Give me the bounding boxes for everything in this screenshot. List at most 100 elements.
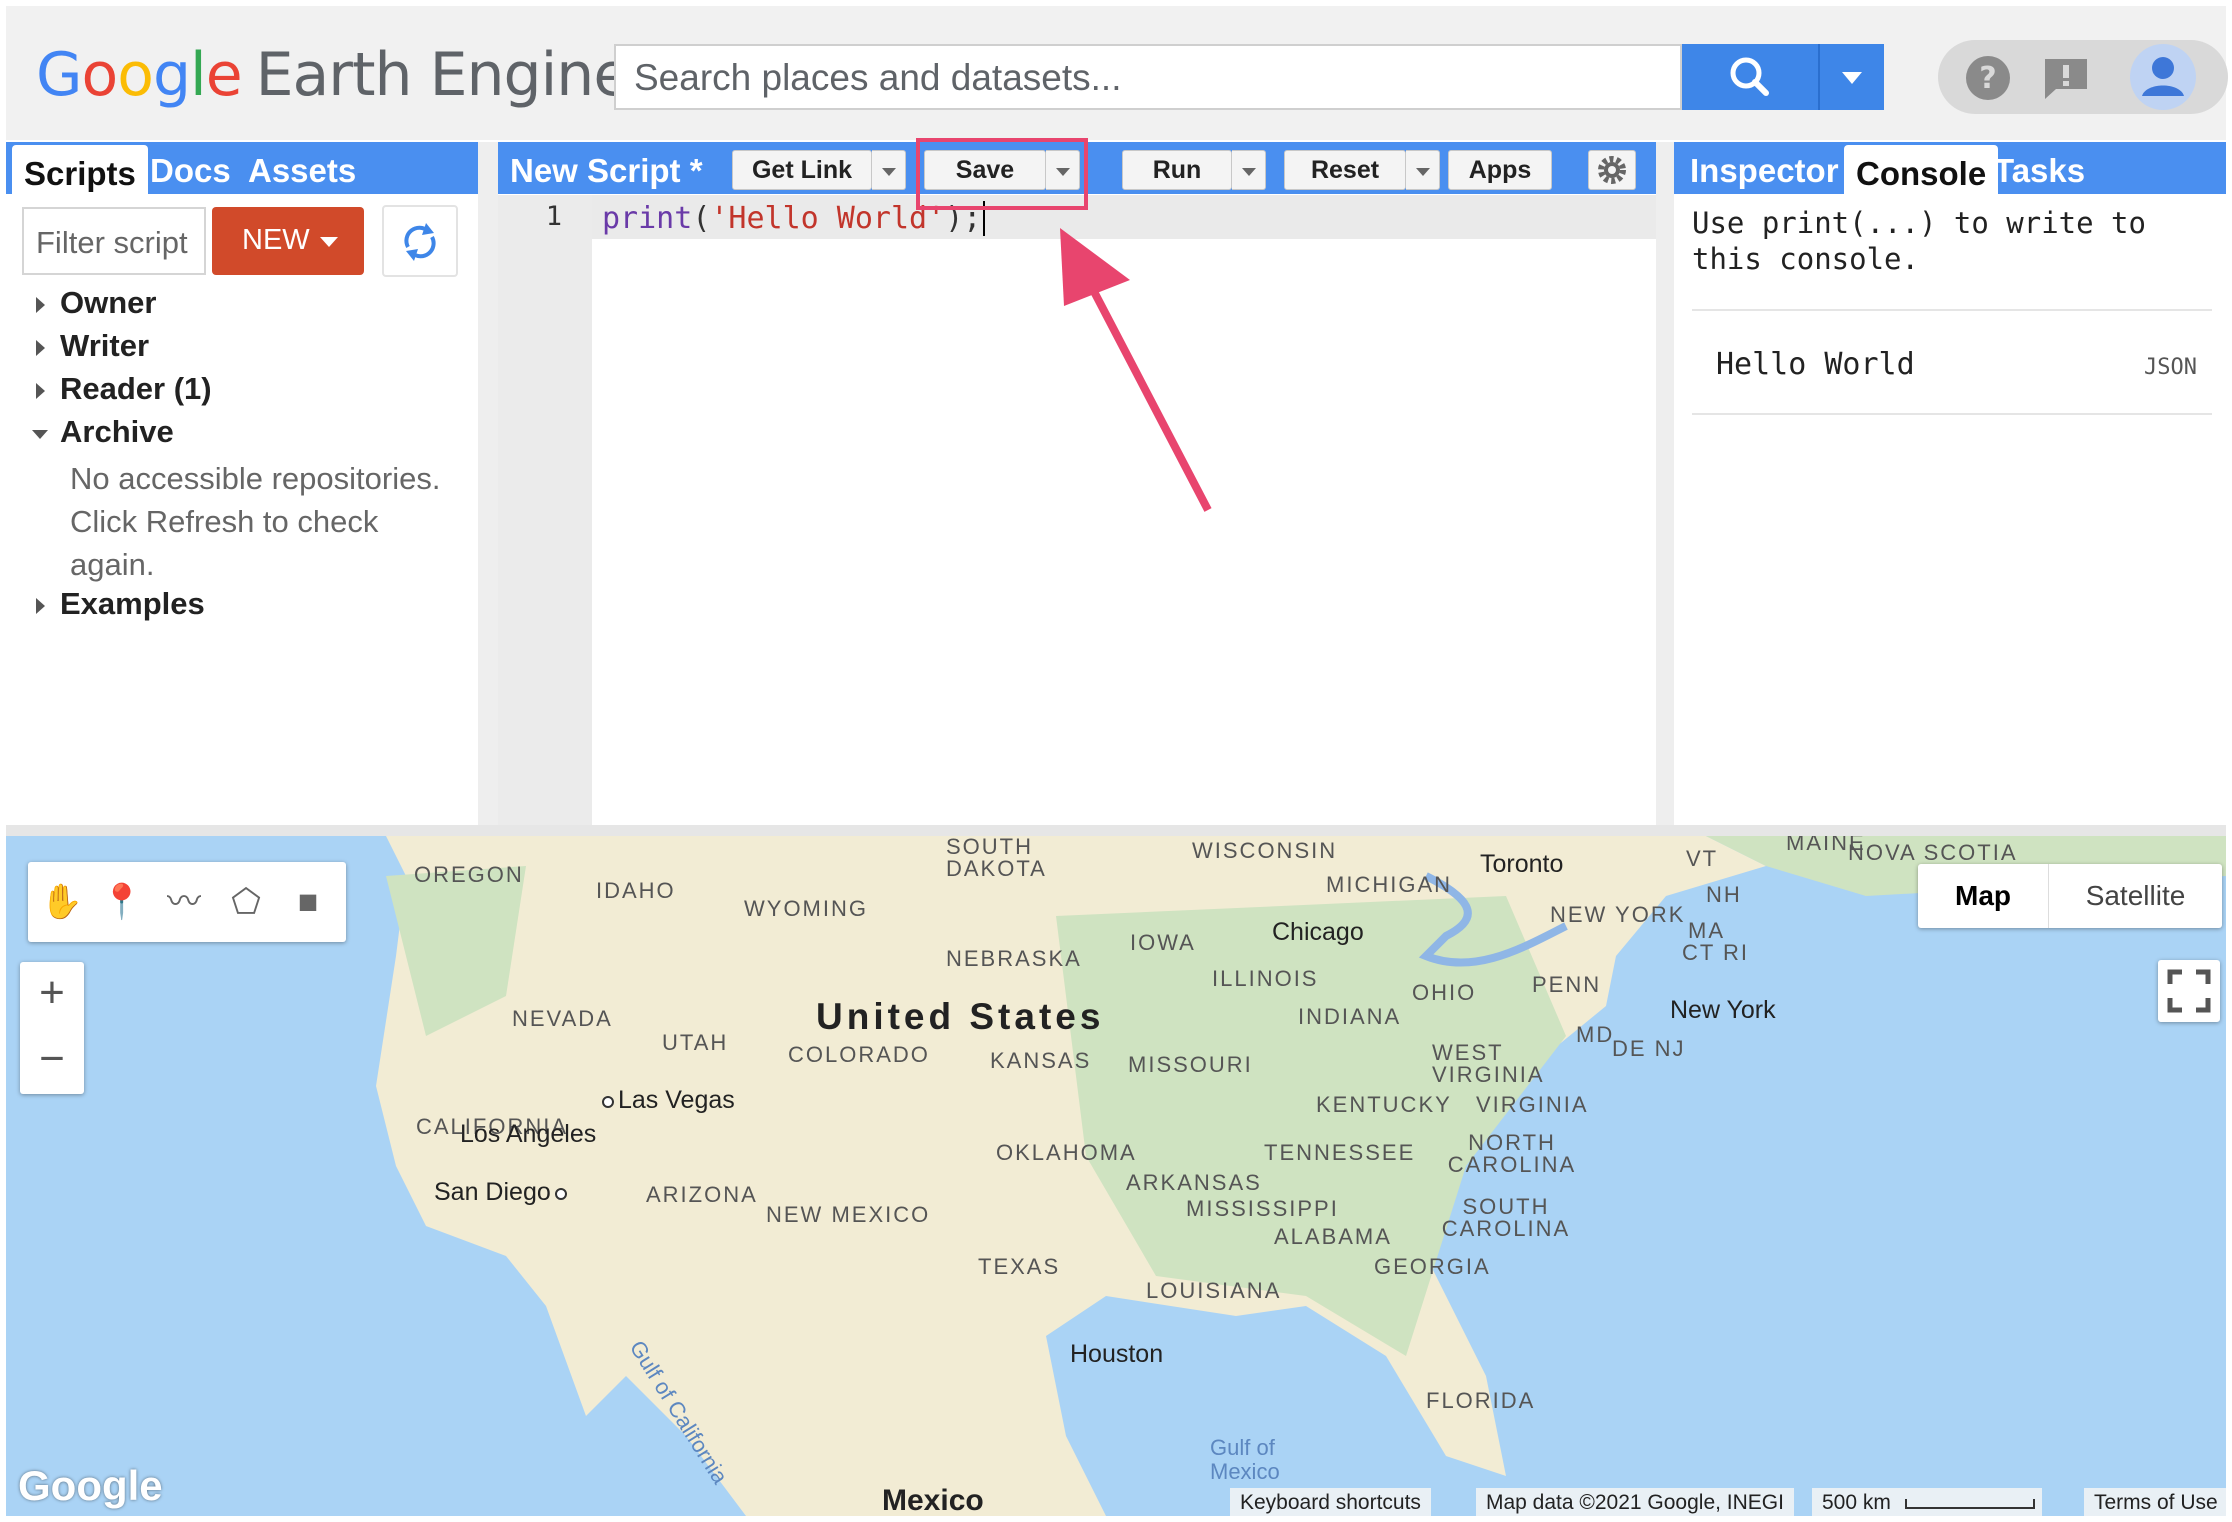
state-label: DE NJ [1612,1036,1686,1061]
tree-item-label: Reader (1) [60,371,212,406]
apps-button[interactable]: Apps [1448,150,1552,190]
city-label: New York [1670,996,1776,1025]
left-panel-splitter[interactable] [478,142,498,825]
terms-of-use-link[interactable]: Terms of Use [2084,1488,2226,1516]
run-button[interactable]: Run [1122,150,1232,190]
tab-assets[interactable]: Assets [236,142,368,194]
search-button[interactable] [1682,44,1818,110]
search-options-dropdown[interactable] [1818,44,1884,110]
logo-letter: G [36,40,82,110]
draw-rectangle-icon[interactable]: ■ [280,874,336,930]
scripts-panel: Filter script NEW Owner Writer Reader (1… [6,195,478,825]
search-input[interactable]: Search places and datasets... [614,44,1682,110]
city-label: Chicago [1272,918,1364,947]
account-avatar-icon[interactable] [2130,44,2196,110]
state-label: ARKANSAS [1126,1170,1262,1195]
code-function: print [602,201,693,236]
state-label: INDIANA [1298,1004,1402,1029]
map-splitter[interactable] [6,825,2226,836]
divider [1692,413,2212,415]
get-link-dropdown[interactable] [872,150,906,190]
filter-script-input[interactable]: Filter script [22,207,206,275]
state-label: UTAH [662,1030,729,1055]
console-info: Use print(...) to write to this console. [1692,206,2146,276]
state-label: WEST VIRGINIA [1432,1040,1545,1087]
tree-item-writer[interactable]: Writer [22,328,472,371]
google-earth-engine-logo[interactable]: Google Earth Engine [36,40,630,110]
feedback-icon[interactable] [2042,56,2090,102]
line-number-gutter: 1 [498,195,592,825]
console-output[interactable]: Hello World [1716,347,1915,382]
state-label: VT [1686,846,1719,871]
tree-item-label: Writer [60,328,150,363]
tab-console[interactable]: Console [1844,145,1999,194]
city-label: Las Vegas [598,1086,735,1115]
help-icon[interactable]: ? [1964,54,2012,102]
logo-letter: o [117,40,154,110]
state-label: IOWA [1130,930,1196,955]
chevron-down-icon [1842,72,1862,84]
fullscreen-button[interactable] [2158,960,2220,1022]
tree-item-reader[interactable]: Reader (1) [22,371,472,414]
map-data-attribution: Map data ©2021 Google, INEGI [1476,1488,1794,1516]
reset-button[interactable]: Reset [1284,150,1406,190]
message-line: again. [70,547,155,582]
line-number: 1 [545,201,562,232]
right-panel-splitter[interactable] [1656,142,1674,825]
pan-hand-icon[interactable]: ✋ [34,874,90,930]
draw-line-icon[interactable]: 〰 [156,874,212,930]
state-label: OREGON [414,862,524,887]
state-label: WISCONSIN [1192,838,1338,863]
state-label: OKLAHOMA [996,1140,1137,1165]
refresh-icon [404,223,436,261]
json-toggle[interactable]: JSON [2144,355,2197,380]
city-name: Toronto [1480,850,1564,878]
get-link-button[interactable]: Get Link [732,150,872,190]
map-view[interactable]: OREGON IDAHO WYOMING SOUTH DAKOTA WISCON… [6,836,2226,1516]
tree-item-examples[interactable]: Examples [22,586,472,629]
zoom-out-button[interactable]: − [20,1028,84,1094]
state-label: MICHIGAN [1326,872,1452,897]
state-label: MD [1576,1022,1615,1047]
tab-scripts[interactable]: Scripts [12,145,148,194]
logo-letter: l [190,40,207,110]
scale-bar: 500 km [1812,1488,2042,1516]
tab-docs[interactable]: Docs [138,142,243,194]
city-marker [602,1096,614,1108]
scale-line [1904,1499,2035,1509]
state-label: TENNESSEE [1264,1140,1416,1165]
map-type-map[interactable]: Map [1918,864,2048,928]
add-marker-icon[interactable]: 📍 [94,874,150,930]
message-line: No accessible repositories. [70,461,441,496]
tree-item-archive[interactable]: Archive [22,414,472,457]
script-title[interactable]: New Script * [498,142,715,194]
run-dropdown[interactable] [1232,150,1266,190]
state-label: WYOMING [744,896,868,921]
zoom-in-button[interactable]: + [20,962,84,1028]
new-script-button[interactable]: NEW [212,207,364,275]
city-name: San Diego [434,1178,551,1206]
city-label: Houston [1070,1340,1163,1369]
tree-item-owner[interactable]: Owner [22,285,472,328]
logo-letter: g [152,40,191,110]
script-tree: Owner Writer Reader (1) Archive No acces… [22,285,472,629]
drawing-tools: ✋ 📍 〰 ⬠ ■ [28,862,346,942]
map-type-satellite[interactable]: Satellite [2048,864,2222,928]
state-label: SOUTH CAROLINA [1441,1194,1571,1241]
tab-inspector[interactable]: Inspector [1678,142,1851,194]
state-label: KENTUCKY [1316,1092,1452,1117]
state-label: KANSAS [990,1048,1092,1073]
city-name: New York [1670,996,1776,1024]
settings-button[interactable] [1588,150,1636,190]
tab-tasks[interactable]: Tasks [1982,142,2097,194]
draw-polygon-icon[interactable]: ⬠ [218,874,274,930]
reset-dropdown[interactable] [1406,150,1440,190]
city-name: Las Vegas [618,1086,735,1114]
state-label: COLORADO [788,1042,930,1067]
state-label: ARIZONA [646,1182,758,1207]
message-line: Click Refresh to check [70,504,379,539]
tree-item-label: Owner [60,285,157,320]
refresh-button[interactable] [382,205,458,277]
tree-item-label: Examples [60,586,205,621]
keyboard-shortcuts-link[interactable]: Keyboard shortcuts [1230,1488,1431,1516]
